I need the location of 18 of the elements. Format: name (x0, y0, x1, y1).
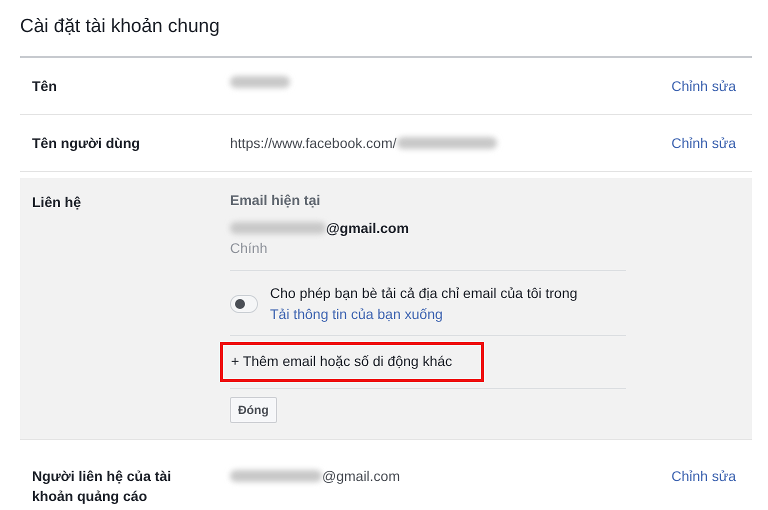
field-value: https://www.facebook.com/ (230, 134, 397, 153)
email-address: @gmail.com (326, 220, 409, 236)
toggle-text: Cho phép bạn bè tải cả địa chỉ email của tôi trong Tải thông tin của bạn xuống (270, 284, 578, 324)
page-title: Cài đặt tài khoản chung (20, 15, 221, 39)
field-value: @gmail.com (322, 467, 400, 486)
field-label: Tên người dùng (32, 134, 141, 153)
toggle-switch[interactable] (230, 295, 258, 313)
field-label: Tên (32, 77, 58, 96)
field-label: Người liên hệ của tài khoản quảng cáo (32, 467, 172, 506)
edit-link[interactable]: Chỉnh sửa (671, 133, 736, 153)
close-button[interactable]: Đóng (230, 397, 277, 423)
section-heading: Email hiện tại (230, 191, 322, 210)
add-contact-link[interactable]: + Thêm email hoặc số di động khác (220, 342, 484, 382)
edit-link[interactable]: Chỉnh sửa (671, 466, 736, 506)
primary-label: Chính (230, 236, 626, 271)
download-link[interactable]: Tải thông tin của bạn xuống (270, 306, 443, 322)
field-label: Liên hệ (32, 193, 82, 212)
edit-link[interactable]: Chỉnh sửa (671, 76, 736, 96)
